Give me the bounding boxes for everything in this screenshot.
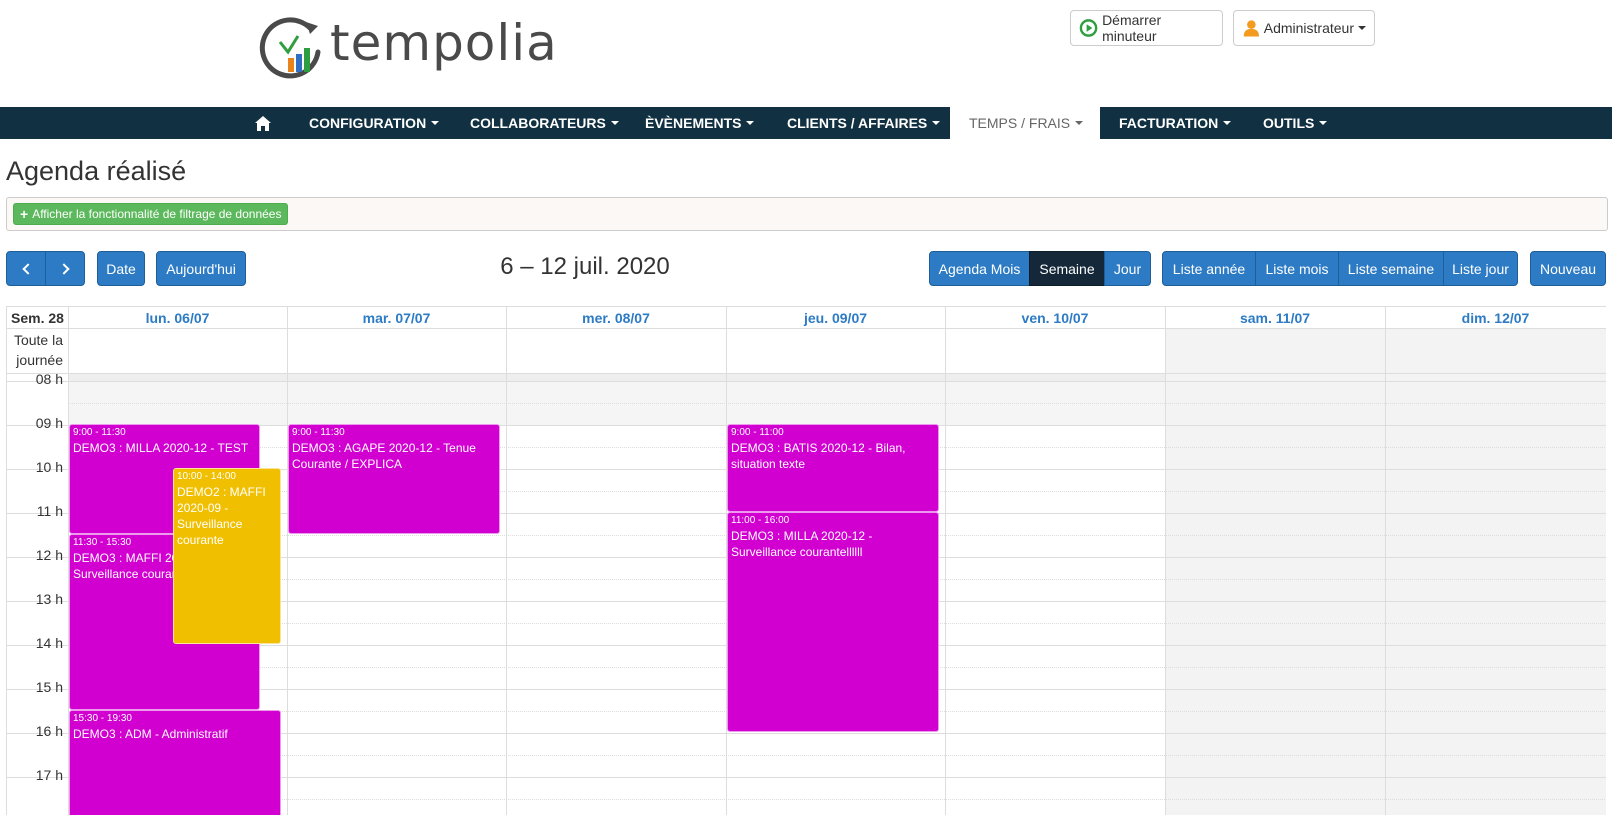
event-time: 10:00 - 14:00 (177, 471, 236, 482)
show-filter-label: Afficher la fonctionnalité de filtrage d… (32, 207, 282, 221)
nav-temps-frais[interactable]: TEMPS / FRAIS (950, 107, 1100, 139)
list-year-button[interactable]: Liste année (1162, 251, 1256, 286)
day-header-sat[interactable]: sam. 11/07 (1165, 307, 1385, 328)
nav-clients-affaires-label: CLIENTS / AFFAIRES (787, 115, 928, 131)
nav-facturation[interactable]: FACTURATION (1106, 107, 1246, 139)
week-calendar: Sem. 28 lun. 06/07 mar. 07/07 mer. 08/07… (6, 306, 1606, 815)
date-picker-button[interactable]: Date (97, 251, 145, 286)
nav-configuration[interactable]: CONFIGURATION (300, 107, 450, 139)
new-event-button[interactable]: Nouveau (1530, 251, 1606, 286)
hour-label: 08 h (35, 371, 63, 387)
calendar-event[interactable]: 11:00 - 16:00 DEMO3 : MILLA 2020-12 - Su… (727, 512, 939, 732)
caret-down-icon (1319, 121, 1328, 125)
event-time: 9:00 - 11:30 (292, 427, 345, 438)
start-timer-label: Démarrer minuteur (1102, 12, 1162, 44)
nav-configuration-label: CONFIGURATION (309, 115, 427, 131)
day-header-fri[interactable]: ven. 10/07 (945, 307, 1165, 328)
event-title: DEMO2 : MAFFI 2020-09 - Surveillance cou… (177, 485, 266, 547)
view-day-button[interactable]: Jour (1104, 251, 1151, 286)
event-title: DEMO3 : MILLA 2020-12 - TEST (73, 441, 249, 455)
day-header-tue[interactable]: mar. 07/07 (287, 307, 506, 328)
plus-icon: + (20, 206, 29, 222)
chevron-left-icon (21, 262, 34, 275)
hour-label: 16 h (35, 723, 63, 739)
play-circle-icon (1079, 19, 1098, 37)
event-time: 11:00 - 16:00 (731, 515, 790, 526)
list-month-button[interactable]: Liste mois (1255, 251, 1339, 286)
caret-down-icon (1358, 26, 1366, 30)
nav-evenements[interactable]: ÈVÈNEMENTS (635, 107, 770, 139)
nav-evenements-label: ÈVÈNEMENTS (645, 115, 742, 131)
nav-outils-label: OUTILS (1263, 115, 1315, 131)
nav-facturation-label: FACTURATION (1119, 115, 1219, 131)
nav-collaborateurs-label: COLLABORATEURS (470, 115, 606, 131)
event-title: DEMO3 : AGAPE 2020-12 - Tenue Courante /… (292, 441, 476, 471)
nav-clients-affaires[interactable]: CLIENTS / AFFAIRES (776, 107, 950, 139)
today-button[interactable]: Aujourd'hui (156, 251, 246, 286)
day-header-sun[interactable]: dim. 12/07 (1385, 307, 1606, 328)
caret-down-icon (746, 121, 755, 125)
calendar-event[interactable]: 10:00 - 14:00 DEMO2 : MAFFI 2020-09 - Su… (173, 468, 281, 644)
view-month-button[interactable]: Agenda Mois (929, 251, 1030, 286)
home-icon (255, 115, 271, 131)
brand-name: tempolia (330, 14, 558, 72)
hour-label: 12 h (35, 547, 63, 563)
caret-down-icon (610, 121, 619, 125)
chevron-right-icon (57, 262, 70, 275)
nav-home[interactable] (244, 107, 282, 139)
nav-collaborateurs[interactable]: COLLABORATEURS (460, 107, 625, 139)
hour-label: 09 h (35, 415, 63, 431)
day-header-wed[interactable]: mer. 08/07 (506, 307, 726, 328)
week-number: Sem. 28 (11, 309, 64, 326)
page-title: Agenda réalisé (6, 156, 187, 186)
caret-down-icon (1075, 121, 1084, 125)
show-filter-button[interactable]: + Afficher la fonctionnalité de filtrage… (13, 203, 289, 225)
user-menu-label: Administrateur (1263, 20, 1354, 36)
allday-divider (68, 373, 1165, 381)
hour-label: 13 h (35, 591, 63, 607)
event-title: DEMO3 : ADM - Administratif (73, 727, 228, 741)
caret-down-icon (431, 121, 440, 125)
event-title: DEMO3 : BATIS 2020-12 - Bilan, situation… (731, 441, 906, 471)
calendar-event[interactable]: 9:00 - 11:00 DEMO3 : BATIS 2020-12 - Bil… (727, 424, 939, 512)
event-title: DEMO3 : MILLA 2020-12 - Surveillance cou… (731, 529, 873, 559)
next-week-button[interactable] (45, 251, 85, 286)
allday-label: Toute la journée (13, 332, 63, 368)
main-navbar: CONFIGURATION COLLABORATEURS ÈVÈNEMENTS … (0, 107, 1612, 139)
nav-outils[interactable]: OUTILS (1255, 107, 1345, 139)
hour-label: 11 h (36, 503, 63, 519)
user-icon (1243, 20, 1260, 37)
prev-week-button[interactable] (6, 251, 46, 286)
day-header-mon[interactable]: lun. 06/07 (68, 307, 287, 328)
day-header-thu[interactable]: jeu. 09/07 (726, 307, 945, 328)
start-timer-button[interactable]: Démarrer minuteur (1070, 10, 1223, 46)
calendar-event[interactable]: 15:30 - 19:30 DEMO3 : ADM - Administrati… (69, 710, 281, 815)
event-time: 15:30 - 19:30 (73, 713, 132, 724)
view-week-button[interactable]: Semaine (1029, 251, 1105, 286)
calendar-event[interactable]: 9:00 - 11:30 DEMO3 : AGAPE 2020-12 - Ten… (288, 424, 500, 534)
clock-chart-logo-icon (259, 17, 321, 79)
filter-panel: + Afficher la fonctionnalité de filtrage… (6, 197, 1608, 231)
event-time: 9:00 - 11:30 (73, 427, 126, 438)
caret-down-icon (1223, 121, 1232, 125)
date-range-title: 6 – 12 juil. 2020 (500, 253, 670, 280)
user-menu-button[interactable]: Administrateur (1233, 10, 1375, 46)
hour-label: 17 h (35, 767, 63, 783)
event-time: 9:00 - 11:00 (731, 427, 784, 438)
list-week-button[interactable]: Liste semaine (1338, 251, 1444, 286)
caret-down-icon (932, 121, 941, 125)
nav-temps-frais-label: TEMPS / FRAIS (969, 115, 1071, 131)
hour-label: 14 h (35, 635, 63, 651)
hour-label: 10 h (35, 459, 63, 475)
tempolia-logo[interactable]: tempolia (258, 14, 558, 80)
hour-label: 15 h (35, 679, 63, 695)
list-day-button[interactable]: Liste jour (1443, 251, 1518, 286)
